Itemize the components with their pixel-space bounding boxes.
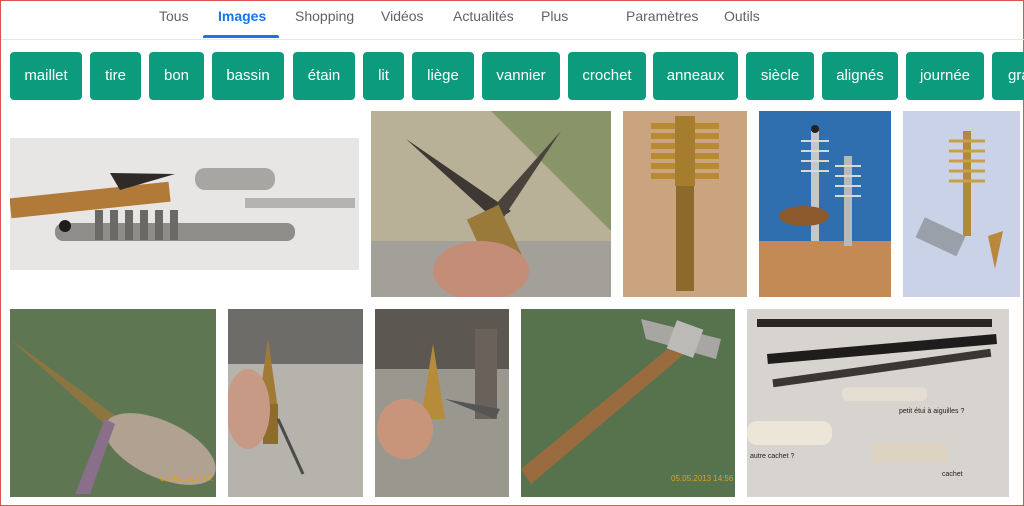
related-search-chips: maillet tire bon bassin étain lit liège …	[1, 52, 1024, 100]
image-result-9[interactable]: 05.05.2013 14:56	[521, 309, 735, 497]
tab-more[interactable]: Plus	[541, 1, 568, 37]
chip-anneaux[interactable]: anneaux	[653, 52, 738, 100]
image-result-7[interactable]	[228, 309, 363, 497]
settings-link[interactable]: Paramètres	[626, 1, 698, 37]
chip-journee[interactable]: journée	[906, 52, 984, 100]
chip-liege[interactable]: liège	[412, 52, 474, 100]
image-result-8[interactable]	[375, 309, 509, 497]
image-result-10[interactable]: petit étui à aiguilles ? autre cachet ? …	[747, 309, 1009, 497]
tools-link[interactable]: Outils	[724, 1, 760, 37]
chip-maillet[interactable]: maillet	[10, 52, 82, 100]
image-result-6[interactable]: 05.05.2013 14:	[10, 309, 216, 497]
chip-crochet[interactable]: crochet	[568, 52, 646, 100]
tab-all[interactable]: Tous	[159, 1, 189, 37]
chip-tire[interactable]: tire	[90, 52, 141, 100]
chip-siecle[interactable]: siècle	[746, 52, 814, 100]
image-result-5[interactable]	[903, 111, 1020, 297]
date-stamp-2: 05.05.2013 14:56	[671, 474, 734, 483]
tab-videos[interactable]: Vidéos	[381, 1, 424, 37]
chip-etain[interactable]: étain	[293, 52, 355, 100]
active-tab-indicator	[203, 35, 279, 38]
chip-gra[interactable]: gra	[992, 52, 1024, 100]
search-tabs-bar: Tous Images Shopping Vidéos Actualités P…	[1, 1, 1024, 40]
date-stamp: 05.05.2013 14:	[160, 474, 213, 483]
chip-bon[interactable]: bon	[149, 52, 204, 100]
image-label-needle-case: petit étui à aiguilles ?	[899, 408, 964, 415]
image-label-seal: cachet	[942, 471, 963, 478]
image-result-4[interactable]	[759, 111, 891, 297]
tab-news[interactable]: Actualités	[453, 1, 514, 37]
image-result-1[interactable]	[10, 138, 359, 270]
image-label-other-seal: autre cachet ?	[750, 453, 794, 460]
image-result-3[interactable]	[623, 111, 747, 297]
tab-shopping[interactable]: Shopping	[295, 1, 354, 37]
tab-images[interactable]: Images	[218, 1, 266, 37]
chip-vannier[interactable]: vannier	[482, 52, 560, 100]
chip-lit[interactable]: lit	[363, 52, 404, 100]
image-result-2[interactable]	[371, 111, 611, 297]
chip-alignes[interactable]: alignés	[822, 52, 898, 100]
chip-bassin[interactable]: bassin	[212, 52, 284, 100]
